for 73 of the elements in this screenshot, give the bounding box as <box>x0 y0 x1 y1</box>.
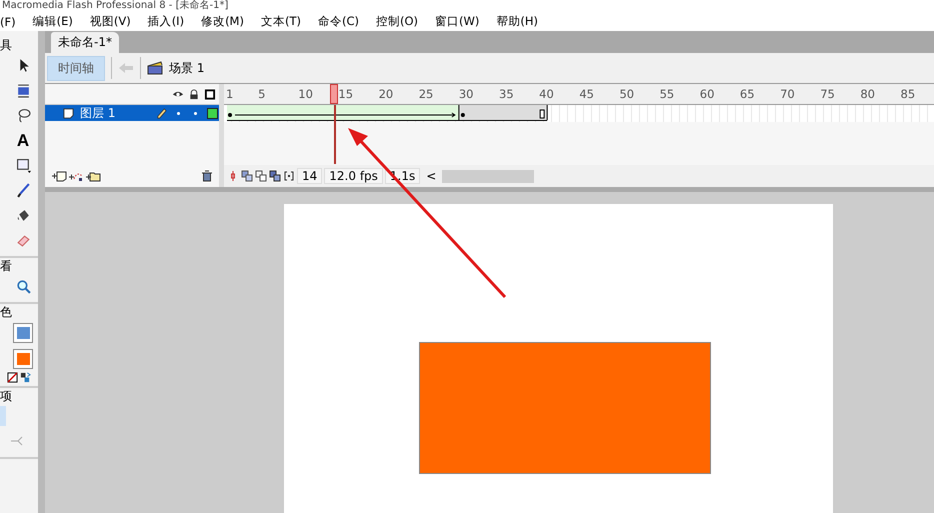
edit-frames-icon[interactable] <box>269 170 281 182</box>
menu-item[interactable]: 修改(M) <box>201 14 244 29</box>
frame-number: 30 <box>458 87 474 101</box>
text-tool[interactable]: A <box>16 133 30 148</box>
section-label: 具 <box>0 37 12 53</box>
add-layer-icon[interactable] <box>51 170 67 182</box>
frame-rate: 12.0 fps <box>324 168 383 184</box>
lasso-icon[interactable] <box>16 108 30 123</box>
menu-item[interactable]: 编辑(E) <box>32 14 73 29</box>
frame-number: 60 <box>700 87 714 101</box>
frame-number: 50 <box>619 87 634 101</box>
frame-number: 25 <box>418 87 434 101</box>
frame-number: 35 <box>499 87 514 101</box>
frame-number: 65 <box>740 87 755 101</box>
visibility-dot[interactable] <box>177 112 180 114</box>
pencil-icon <box>156 108 167 118</box>
frame-number: 75 <box>820 87 835 101</box>
document-tab[interactable]: 未命名-1* <box>51 32 119 53</box>
onion-outline-icon[interactable] <box>255 170 267 182</box>
color-swatch[interactable] <box>13 349 33 369</box>
scroll-thumb[interactable] <box>442 170 534 182</box>
zoom-icon[interactable] <box>16 279 30 294</box>
frame-number: 55 <box>660 87 674 101</box>
frame-number: 80 <box>860 87 875 101</box>
brush-icon[interactable] <box>16 183 30 198</box>
playhead[interactable] <box>330 84 338 104</box>
onion-skin-icon[interactable] <box>241 170 253 182</box>
onion-markers-icon[interactable] <box>283 170 295 182</box>
frame-number: 5 <box>258 87 266 101</box>
current-frame: 14 <box>297 168 322 184</box>
clapperboard-icon <box>147 61 163 75</box>
layer-name: 图层 1 <box>80 104 116 122</box>
rectangle-icon[interactable] <box>16 158 30 173</box>
paint-bucket-icon[interactable] <box>16 208 30 223</box>
section-label: 看 <box>0 258 12 274</box>
menu-item[interactable]: 视图(V) <box>90 14 131 29</box>
frame-number: 15 <box>338 87 354 101</box>
frame-number: 45 <box>579 87 594 101</box>
playhead-line <box>334 105 336 164</box>
menu-item[interactable]: 插入(I) <box>148 14 184 29</box>
section-label: 项 <box>0 388 12 404</box>
layer-row[interactable]: 图层 1 <box>45 105 219 121</box>
lock-icon[interactable] <box>188 88 200 100</box>
frame-ruler[interactable]: 1 5 10 15 20 25 30 35 40 45 50 55 60 65 70 75 80 85 <box>224 84 934 105</box>
menu-item[interactable]: 窗口(W) <box>435 14 480 29</box>
trash-icon[interactable] <box>201 170 213 182</box>
frame-number: 40 <box>539 87 554 101</box>
window-title: Macromedia Flash Professional 8 - [未命名-1*] <box>2 0 228 11</box>
scene-label[interactable]: 场景 1 <box>169 60 204 76</box>
outline-icon[interactable] <box>204 88 216 100</box>
frame-track[interactable] <box>224 105 934 122</box>
menu-item[interactable]: 文本(T) <box>260 14 301 29</box>
frame-number: 10 <box>298 87 313 101</box>
menu-item[interactable]: 控制(O) <box>376 14 418 29</box>
section-label: 色 <box>0 304 12 320</box>
add-folder-icon[interactable] <box>85 170 101 182</box>
menu-item[interactable]: 帮助(H) <box>496 14 538 29</box>
outline-swatch[interactable] <box>207 108 218 118</box>
transform-icon[interactable] <box>16 83 30 98</box>
scroll-left-arrow[interactable]: < <box>426 169 436 183</box>
no-color-icon[interactable] <box>7 372 18 383</box>
frame-number: 20 <box>378 87 394 101</box>
eraser-icon[interactable] <box>16 233 30 248</box>
swap-colors-icon[interactable] <box>20 372 31 383</box>
frame-number: 1 <box>226 87 234 101</box>
frame-number: 70 <box>780 87 795 101</box>
timeline-toggle[interactable]: 时间轴 <box>47 56 105 80</box>
color-swatch[interactable] <box>13 323 33 343</box>
lock-dot[interactable] <box>194 112 197 114</box>
menu-item[interactable]: 命令(C) <box>318 14 359 29</box>
layer-icon <box>63 108 74 118</box>
frame-number: 85 <box>900 87 916 101</box>
menu-item[interactable]: (F) <box>0 14 16 28</box>
